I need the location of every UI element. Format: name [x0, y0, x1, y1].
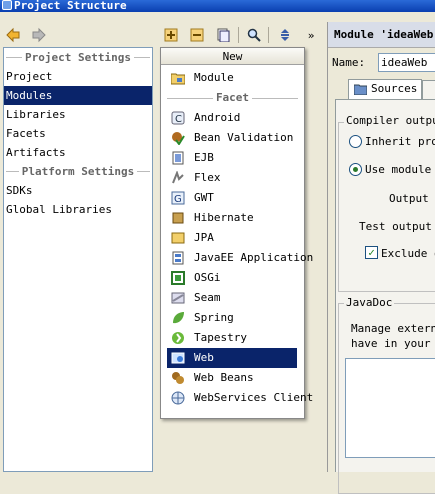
flex-icon	[171, 170, 185, 185]
menu-item-jpa[interactable]: JPA	[167, 228, 297, 248]
name-label: Name:	[332, 56, 366, 69]
nav-item-modules[interactable]: Modules	[4, 86, 152, 105]
tapestry-icon	[171, 331, 185, 345]
inherit-radio[interactable]	[349, 135, 362, 148]
tab-sources[interactable]: Sources	[348, 79, 422, 99]
window-title-bar: Project Structure	[0, 0, 435, 12]
menu-item-seam[interactable]: Seam	[167, 288, 297, 308]
menu-item-android[interactable]: C Android	[167, 108, 297, 128]
module-header: Module 'ideaWeb	[328, 22, 435, 48]
nav-item-libraries[interactable]: Libraries	[4, 105, 152, 124]
tab-sources-label: Sources	[371, 82, 418, 95]
toolbar-separator	[268, 27, 269, 43]
menu-item-spring[interactable]: Spring	[167, 308, 297, 328]
compiler-output-title: Compiler outpu	[344, 114, 435, 127]
exclude-checkbox[interactable]: ✓	[365, 246, 378, 259]
menu-item-web[interactable]: Web	[167, 348, 297, 368]
back-icon[interactable]	[4, 26, 22, 44]
module-name-input[interactable]: ideaWeb	[378, 53, 435, 72]
menu-item-module[interactable]: Module	[167, 68, 297, 88]
module-icon	[170, 71, 186, 85]
menu-item-bean-validation[interactable]: Bean Validation	[167, 128, 297, 148]
forward-icon[interactable]	[30, 26, 48, 44]
svg-text:C: C	[175, 114, 182, 125]
javaee-icon	[171, 251, 185, 265]
gwt-icon: G	[171, 191, 185, 205]
menu-item-osgi[interactable]: OSGi	[167, 268, 297, 288]
more-toolbar-button[interactable]: »	[302, 26, 320, 44]
menu-item-module-label: Module	[194, 71, 234, 84]
nav-item-artifacts[interactable]: Artifacts	[4, 143, 152, 162]
test-output-path-label: Test output p	[359, 220, 435, 233]
search-icon[interactable]	[245, 26, 263, 44]
hibernate-icon	[171, 211, 185, 225]
app-icon	[2, 0, 12, 10]
web-beans-icon	[171, 371, 185, 385]
osgi-icon	[171, 271, 185, 285]
javadoc-text-line1: Manage externa	[351, 322, 435, 335]
spring-icon	[171, 311, 185, 325]
jpa-icon	[171, 231, 185, 245]
settings-tree: Project Settings Project Modules Librari…	[3, 47, 153, 472]
javadoc-text-line2: have in your m	[351, 337, 435, 350]
menu-item-javaee-application[interactable]: JavaEE Application	[167, 248, 313, 268]
tab-next[interactable]	[422, 80, 435, 99]
new-popup-menu: New Module Facet C Android Bean Validati…	[160, 47, 313, 419]
nav-item-facets[interactable]: Facets	[4, 124, 152, 143]
menu-item-gwt[interactable]: G GWT	[167, 188, 297, 208]
javadoc-title: JavaDoc	[344, 296, 395, 309]
menu-item-flex[interactable]: Flex	[167, 168, 297, 188]
menu-item-hibernate[interactable]: Hibernate	[167, 208, 297, 228]
use-module-radio[interactable]	[349, 163, 362, 176]
project-settings-header: Project Settings	[4, 48, 152, 67]
toolbar-separator	[238, 27, 239, 43]
menu-item-webservices-client[interactable]: WebServices Client	[167, 388, 313, 408]
platform-settings-header: Platform Settings	[4, 162, 152, 181]
sort-icon[interactable]	[276, 26, 294, 44]
nav-item-project[interactable]: Project	[4, 67, 152, 86]
facet-header: Facet	[167, 88, 298, 108]
nav-item-global-libraries[interactable]: Global Libraries	[4, 200, 152, 219]
svg-text:G: G	[174, 194, 182, 205]
window-title: Project Structure	[14, 0, 127, 12]
android-icon: C	[171, 111, 185, 125]
menu-item-ejb[interactable]: EJB	[167, 148, 297, 168]
output-path-label: Output p	[389, 192, 435, 205]
inherit-label: Inherit proj	[365, 135, 435, 148]
nav-item-sdks[interactable]: SDKs	[4, 181, 152, 200]
use-module-label: Use module c	[365, 163, 435, 176]
menu-item-web-beans[interactable]: Web Beans	[167, 368, 297, 388]
web-icon	[171, 351, 185, 365]
webservices-client-icon	[171, 391, 185, 405]
module-detail-panel: Module 'ideaWeb Name: ideaWeb Sources Co…	[327, 22, 435, 494]
ejb-icon	[171, 151, 185, 165]
seam-icon	[171, 291, 185, 305]
menu-item-tapestry[interactable]: Tapestry	[167, 328, 297, 348]
remove-icon[interactable]	[188, 26, 206, 44]
exclude-label: Exclude o	[381, 247, 435, 260]
copy-icon[interactable]	[214, 26, 232, 44]
javadoc-list[interactable]	[345, 358, 435, 458]
popup-title: New	[161, 48, 304, 65]
bean-validation-icon	[171, 131, 185, 146]
add-icon[interactable]	[162, 26, 180, 44]
